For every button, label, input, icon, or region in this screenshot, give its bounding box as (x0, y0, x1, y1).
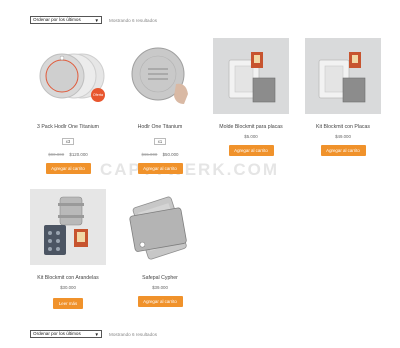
product-image[interactable] (122, 189, 198, 265)
result-count-top: Mostrando 6 resultados (109, 17, 158, 23)
current-price: $39.000 (152, 285, 168, 290)
product-card: Hodlr One Titanium x1 $65.000 $50.000 Ag… (122, 38, 198, 175)
old-price: $65.000 (141, 152, 158, 157)
product-image[interactable] (305, 38, 381, 114)
product-price: $5.000 (213, 134, 289, 139)
add-to-cart-button[interactable]: Agregar al carrito (45, 163, 91, 174)
sorting-toolbar-bottom: Ordenar por los últimos ▼ Mostrando 6 re… (30, 330, 157, 338)
result-count-bottom: Mostrando 6 resultados (109, 331, 158, 337)
chevron-down-icon: ▼ (94, 18, 99, 23)
product-card: Safepal Cypher $39.000 Agregar al carrit… (122, 189, 198, 308)
current-price: $50.000 (162, 152, 179, 157)
chevron-down-icon: ▼ (94, 332, 99, 337)
product-title[interactable]: Safepal Cypher (122, 275, 198, 281)
product-image[interactable] (122, 38, 198, 114)
product-image[interactable] (30, 189, 106, 265)
titanium-plates-image (39, 53, 105, 99)
sort-select-bottom[interactable]: Ordenar por los últimos ▼ (30, 330, 102, 338)
product-price: $49.000 (305, 134, 381, 139)
product-card: Molde Blockmit para placas $5.000 Agrega… (213, 38, 289, 157)
current-price: $30.000 (60, 285, 76, 290)
product-image[interactable]: Oferta (30, 38, 106, 114)
product-title[interactable]: Kit Blockmit con Placas (305, 124, 381, 130)
product-price: $39.000 (122, 285, 198, 290)
current-price: $120.000 (69, 152, 88, 157)
blockmit-mold-image (228, 52, 276, 103)
read-more-button[interactable]: Leer más (52, 298, 84, 309)
quantity-badge: x3 (61, 138, 75, 145)
sale-badge: Oferta (91, 88, 105, 102)
add-to-cart-button[interactable]: Agregar al carrito (137, 163, 183, 174)
add-to-cart-button[interactable]: Agregar al carrito (320, 145, 366, 156)
current-price: $5.000 (244, 134, 258, 139)
product-card: Kit Blockmit con Arandelas $30.000 Leer … (30, 189, 106, 310)
sort-select-top[interactable]: Ordenar por los últimos ▼ (30, 16, 102, 24)
product-price: $30.000 (30, 285, 106, 290)
safepal-cypher-image (129, 196, 187, 260)
product-card: Kit Blockmit con Placas $49.000 Agregar … (305, 38, 381, 157)
add-to-cart-button[interactable]: Agregar al carrito (228, 145, 274, 156)
sort-select-value: Ordenar por los últimos (33, 331, 81, 336)
sort-select-value: Ordenar por los últimos (33, 17, 81, 22)
product-title[interactable]: 3 Pack Hodlr One Titanium (30, 124, 106, 130)
product-title[interactable]: Molde Blockmit para placas (213, 124, 289, 130)
sorting-toolbar-top: Ordenar por los últimos ▼ Mostrando 6 re… (30, 16, 157, 24)
product-price: $65.000 $50.000 (122, 152, 198, 157)
old-price: $90.000 (48, 152, 65, 157)
add-to-cart-button[interactable]: Agregar al carrito (137, 296, 183, 307)
product-image[interactable] (213, 38, 289, 114)
quantity-badge: x1 (153, 138, 167, 145)
product-price: $90.000 $120.000 (30, 152, 106, 157)
titanium-plate-image (131, 47, 188, 104)
blockmit-washers-image (30, 189, 106, 265)
product-card: Oferta 3 Pack Hodlr One Titanium x3 $90.… (30, 38, 106, 175)
current-price: $49.000 (335, 134, 351, 139)
product-title[interactable]: Hodlr One Titanium (122, 124, 198, 130)
product-title[interactable]: Kit Blockmit con Arandelas (30, 275, 106, 281)
blockmit-kit-image (318, 52, 366, 103)
